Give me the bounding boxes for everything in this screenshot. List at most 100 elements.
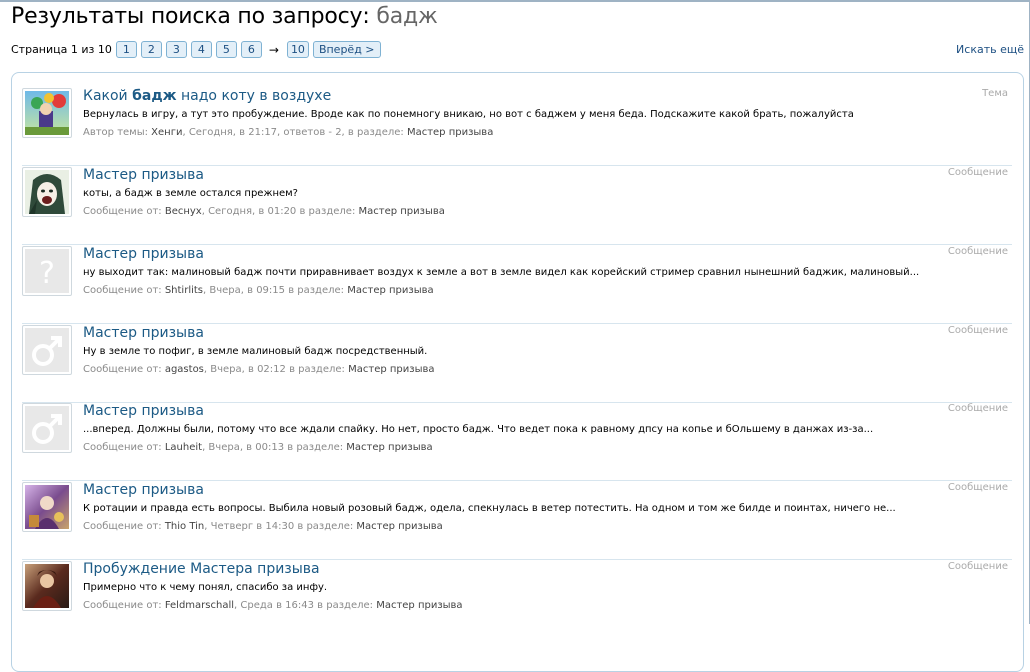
page-info: Страница 1 из 10 [11, 43, 112, 56]
result-title-link[interactable]: Пробуждение Мастера призыва [83, 561, 320, 577]
search-result: Мастер призыва К ротации и правда есть во… [22, 482, 1012, 560]
next-page-button[interactable]: Вперёд > [312, 41, 381, 58]
result-meta: Автор темы: Хенги, Сегодня, в 21:17, отв… [83, 127, 493, 138]
meta-date: , Вчера, в 09:15 в разделе: [203, 285, 348, 296]
result-title-link[interactable]: Мастер призыва [83, 325, 204, 341]
result-divider [22, 480, 1012, 481]
author-link[interactable]: agastos [165, 364, 204, 375]
result-type: Сообщение [947, 561, 1008, 572]
result-type: Сообщение [947, 167, 1008, 178]
result-divider [22, 559, 1012, 560]
search-result: Мастер призыва коты, а бадж в земле остал… [22, 167, 1012, 245]
search-result: ? Мастер призыва ну выходит так: малиновый… [22, 246, 1012, 324]
result-snippet: ...вперед. Должны были, потому что все ж… [83, 424, 874, 435]
search-result: Какой бадж надо коту в воздухе Вернулась … [22, 88, 1012, 166]
avatar[interactable] [22, 403, 72, 453]
meta-label: Сообщение от: [83, 206, 165, 217]
search-more-link[interactable]: Искать ещё [956, 43, 1024, 56]
author-link[interactable]: Lauheit [165, 442, 202, 453]
result-title-pre: Мастер призыва [83, 246, 204, 262]
author-link[interactable]: Thio Tin [165, 521, 204, 532]
result-meta: Сообщение от: agastos, Вчера, в 02:12 в … [83, 364, 435, 375]
forum-link[interactable]: Мастер призыва [348, 364, 434, 375]
result-title-link[interactable]: Мастер призыва [83, 482, 204, 498]
meta-date: , Четверг в 14:30 в разделе: [204, 521, 357, 532]
result-type: Сообщение [947, 482, 1008, 493]
result-title-pre: Мастер призыва [83, 482, 204, 498]
result-type: Сообщение [947, 246, 1008, 257]
result-title-post: надо коту в воздухе [176, 88, 332, 104]
result-title-link[interactable]: Какой бадж надо коту в воздухе [83, 88, 331, 104]
page-title: Результаты поиска по запросу: бадж [11, 4, 438, 29]
avatar[interactable] [22, 325, 72, 375]
result-snippet: коты, а бадж в земле остался прежнем? [83, 188, 298, 199]
avatar[interactable] [22, 167, 72, 217]
forum-link[interactable]: Мастер призыва [407, 127, 493, 138]
author-link[interactable]: Хенги [151, 127, 182, 138]
avatar[interactable] [22, 88, 72, 138]
result-title-link[interactable]: Мастер призыва [83, 403, 204, 419]
search-result: Пробуждение Мастера призыва Примерно что … [22, 561, 1012, 639]
meta-label: Сообщение от: [83, 285, 165, 296]
result-snippet: Ну в земле то пофиг, в земле малиновый б… [83, 346, 428, 357]
forum-link[interactable]: Мастер призыва [376, 600, 462, 611]
page-title-prefix: Результаты поиска по запросу: [11, 4, 377, 29]
result-divider [22, 244, 1012, 245]
question-avatar-icon: ? [25, 249, 69, 293]
male-avatar-icon [25, 406, 69, 450]
page-link-2[interactable]: 2 [140, 41, 162, 58]
page-link-5[interactable]: 5 [215, 41, 237, 58]
forum-link[interactable]: Мастер призыва [359, 206, 445, 217]
search-result: Мастер призыва Ну в земле то пофиг, в зем… [22, 325, 1012, 403]
page-link-6[interactable]: 6 [240, 41, 262, 58]
meta-date: , Среда в 16:43 в разделе: [234, 600, 377, 611]
page-link-3[interactable]: 3 [165, 41, 187, 58]
forum-link[interactable]: Мастер призыва [356, 521, 442, 532]
pagination: Страница 1 из 10 1 2 3 4 5 6 → 10 Вперёд… [11, 40, 385, 59]
result-meta: Сообщение от: Lauheit, Вчера, в 00:13 в … [83, 442, 433, 453]
svg-text:?: ? [39, 256, 55, 291]
result-title-link[interactable]: Мастер призыва [83, 167, 204, 183]
author-link[interactable]: Веснух [165, 206, 202, 217]
page-link-1[interactable]: 1 [115, 41, 137, 58]
avatar[interactable] [22, 561, 72, 611]
result-title-pre: Мастер призыва [83, 167, 204, 183]
result-snippet: ну выходит так: малиновый бадж почти при… [83, 267, 920, 278]
author-link[interactable]: Shtirlits [165, 285, 203, 296]
male-avatar-icon [25, 328, 69, 372]
forum-link[interactable]: Мастер призыва [346, 442, 432, 453]
result-type: Сообщение [947, 403, 1008, 414]
result-snippet: Примерно что к чему понял, спасибо за ин… [83, 582, 328, 593]
anime-avatar-icon [25, 170, 69, 214]
result-meta: Сообщение от: Thio Tin, Четверг в 14:30 … [83, 521, 443, 532]
result-snippet: Вернулась в игру, а тут это пробуждение.… [83, 109, 854, 120]
ellipsis-arrow-icon: → [268, 42, 279, 57]
search-result: Мастер призыва ...вперед. Должны были, по… [22, 403, 1012, 481]
page-link-last[interactable]: 10 [286, 41, 309, 58]
dark-character-avatar-icon [25, 564, 69, 608]
result-meta: Сообщение от: Feldmarschall, Среда в 16:… [83, 600, 463, 611]
result-divider [22, 165, 1012, 166]
meta-date: , Вчера, в 02:12 в разделе: [203, 364, 349, 375]
meta-date: , Сегодня, в 21:17, ответов - 2, в разде… [182, 127, 407, 138]
meta-label: Сообщение от: [83, 600, 165, 611]
result-type: Сообщение [947, 325, 1008, 336]
result-title-pre: Какой [83, 88, 133, 104]
meta-label: Сообщение от: [83, 364, 165, 375]
forum-link[interactable]: Мастер призыва [347, 285, 433, 296]
page-link-4[interactable]: 4 [190, 41, 212, 58]
top-border [0, 0, 1030, 2]
result-snippet: К ротации и правда есть вопросы. Выбила … [83, 503, 896, 514]
result-type: Тема [982, 88, 1008, 99]
author-link[interactable]: Feldmarschall [165, 600, 234, 611]
avatar[interactable] [22, 482, 72, 532]
colorful-game-avatar-icon [25, 91, 69, 135]
result-title-highlight: бадж [132, 88, 177, 104]
avatar[interactable]: ? [22, 246, 72, 296]
purple-art-avatar-icon [25, 485, 69, 529]
meta-label: Автор темы: [83, 127, 152, 138]
result-title-pre: Пробуждение Мастера призыва [83, 561, 320, 577]
result-meta: Сообщение от: Веснух, Сегодня, в 01:20 в… [83, 206, 445, 217]
result-title-pre: Мастер призыва [83, 403, 204, 419]
result-title-link[interactable]: Мастер призыва [83, 246, 204, 262]
